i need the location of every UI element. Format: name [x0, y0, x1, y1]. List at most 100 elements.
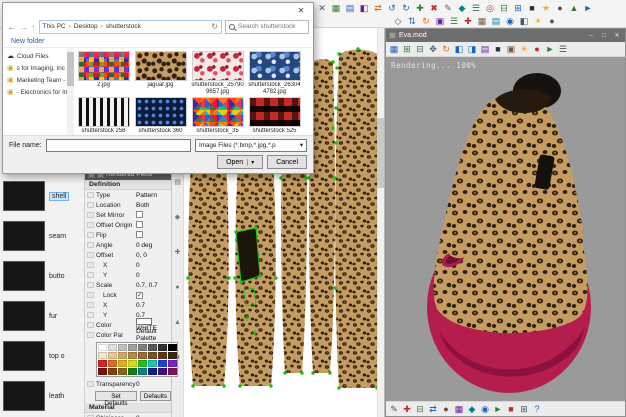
fill-icon[interactable]: ■: [526, 2, 538, 14]
maximize-button[interactable]: □: [599, 33, 609, 39]
palette-swatch[interactable]: [158, 344, 167, 351]
texture-icon[interactable]: ▤: [490, 15, 502, 27]
breadcrumb-this-pc[interactable]: This PC: [43, 23, 66, 30]
prop-row-offset-origin[interactable]: Offset Origin: [85, 220, 171, 230]
sidebar-item-cloud-files[interactable]: ☁Cloud Files: [7, 50, 67, 62]
palette-swatch[interactable]: [148, 352, 157, 359]
pan-icon[interactable]: ✥: [427, 43, 439, 55]
palette-swatch[interactable]: [118, 344, 127, 351]
view-reset-icon[interactable]: ▦: [388, 43, 400, 55]
palette-swatch[interactable]: [108, 368, 117, 375]
play-sim-icon[interactable]: ►: [492, 403, 504, 415]
pin-icon[interactable]: ✚: [462, 15, 474, 27]
cloth-icon[interactable]: ▦: [453, 403, 465, 415]
target-icon[interactable]: ◎: [484, 2, 496, 14]
stitch-icon[interactable]: ☰: [448, 15, 460, 27]
grid-toggle-icon[interactable]: ⊞: [518, 403, 530, 415]
close-button[interactable]: ✕: [612, 32, 622, 39]
address-bar[interactable]: This PC › Desktop › shutterstock ↻: [39, 20, 223, 34]
pin-tool-icon[interactable]: ✚: [401, 403, 413, 415]
file-type-dropdown[interactable]: Image Files (*.bmp,*.jpg,*.p ▾: [195, 139, 307, 152]
point-icon[interactable]: ●: [173, 283, 182, 292]
palette-swatch[interactable]: [118, 360, 127, 367]
prop-row-set-mirror[interactable]: Set Mirror: [85, 210, 171, 220]
palette-swatch[interactable]: [138, 360, 147, 367]
layer-row-fur[interactable]: fur: [0, 296, 84, 336]
palette-swatch[interactable]: [168, 344, 177, 351]
back-view-icon[interactable]: ◨: [466, 43, 478, 55]
circle-icon[interactable]: ●: [554, 2, 566, 14]
current-color-swatch[interactable]: [136, 318, 152, 325]
prop-row-type[interactable]: TypePattern: [85, 190, 171, 200]
palette-swatch[interactable]: [168, 360, 177, 367]
file-thumbnail[interactable]: [192, 51, 244, 81]
camera-icon[interactable]: ◧: [518, 15, 530, 27]
layer-row-seam[interactable]: seam: [0, 216, 84, 256]
prop-row-angle[interactable]: Angle0 deg: [85, 240, 171, 250]
draw-icon[interactable]: ✎: [388, 403, 400, 415]
breadcrumb-desktop[interactable]: Desktop: [74, 23, 98, 30]
help-icon[interactable]: ?: [531, 403, 543, 415]
stop-sim-icon[interactable]: ■: [505, 403, 517, 415]
prop-row-scale[interactable]: Scale0.7, 0.7: [85, 280, 171, 290]
workspace-scrollbar[interactable]: [377, 28, 384, 417]
palette-swatch[interactable]: [98, 368, 107, 375]
zoom-in-icon[interactable]: ⊞: [401, 43, 413, 55]
lock-checkbox[interactable]: ✓: [136, 292, 143, 299]
palette-swatch[interactable]: [98, 344, 107, 351]
select-icon[interactable]: ◇: [392, 15, 404, 27]
delete-piece-icon[interactable]: ✖: [428, 2, 440, 14]
fabric-icon[interactable]: ▦: [476, 15, 488, 27]
redo-icon[interactable]: ↻: [400, 2, 412, 14]
layer-row-shell[interactable]: shell: [0, 176, 84, 216]
palette-swatch[interactable]: [148, 360, 157, 367]
pose-icon[interactable]: ●: [440, 403, 452, 415]
sidebar-scrollbar[interactable]: [67, 48, 74, 135]
up-icon[interactable]: ↑: [31, 22, 36, 32]
shape-icon[interactable]: ◆: [456, 2, 468, 14]
tape-icon[interactable]: ⊟: [414, 403, 426, 415]
swap-icon[interactable]: ⇄: [372, 2, 384, 14]
prop-toggle[interactable]: [87, 252, 94, 258]
palette-swatch[interactable]: [138, 368, 147, 375]
prop-row-flip[interactable]: Flip: [85, 230, 171, 240]
new-folder-button[interactable]: New folder: [11, 38, 44, 45]
palette-swatch[interactable]: [108, 360, 117, 367]
drape-icon[interactable]: ◆: [466, 403, 478, 415]
palette-swatch[interactable]: [108, 344, 117, 351]
file-item[interactable]: jaguar.jpg: [132, 51, 189, 95]
prop-row-offset[interactable]: Offset0, 0: [85, 250, 171, 260]
simulate-icon[interactable]: ►: [544, 43, 556, 55]
render-icon[interactable]: ◉: [504, 15, 516, 27]
palette-swatch[interactable]: [138, 352, 147, 359]
palette-swatch[interactable]: [128, 368, 137, 375]
close-icon[interactable]: ✕: [289, 4, 313, 17]
prop-toggle[interactable]: [87, 222, 94, 228]
forward-icon[interactable]: →: [19, 22, 28, 32]
star-icon[interactable]: ★: [540, 2, 552, 14]
grade-icon[interactable]: ▲: [173, 318, 182, 327]
palette-swatch[interactable]: [108, 352, 117, 359]
prop-toggle[interactable]: [87, 262, 94, 268]
flip-checkbox[interactable]: [136, 231, 143, 238]
prop-toggle[interactable]: [87, 232, 94, 238]
wireframe-icon[interactable]: ▤: [479, 43, 491, 55]
marker-icon[interactable]: ◆: [173, 213, 182, 222]
sidebar-item-imaging[interactable]: ▣s for Imaging, Inc: [7, 62, 67, 74]
set-defaults-button[interactable]: Set Defaults: [95, 391, 137, 401]
sidebar-item-marketing[interactable]: ▣Marketing Team - feature i: [7, 74, 67, 86]
prop-row-scale-x[interactable]: X0.7: [85, 300, 171, 310]
minimize-button[interactable]: ─: [586, 33, 596, 39]
file-item[interactable]: shutterstock 258: [75, 97, 132, 135]
scrollbar-thumb[interactable]: [67, 52, 74, 86]
search-box[interactable]: [225, 20, 309, 34]
pattern-piece-small[interactable]: [244, 288, 256, 306]
palette-swatch[interactable]: [148, 368, 157, 375]
file-thumbnail[interactable]: [192, 97, 244, 127]
edit-icon[interactable]: ✎: [442, 2, 454, 14]
undo-icon[interactable]: ↺: [386, 2, 398, 14]
palette-swatch[interactable]: [98, 352, 107, 359]
file-thumbnail[interactable]: [78, 97, 130, 127]
snap-icon[interactable]: ⊞: [512, 2, 524, 14]
menu-icon[interactable]: ☰: [470, 2, 482, 14]
